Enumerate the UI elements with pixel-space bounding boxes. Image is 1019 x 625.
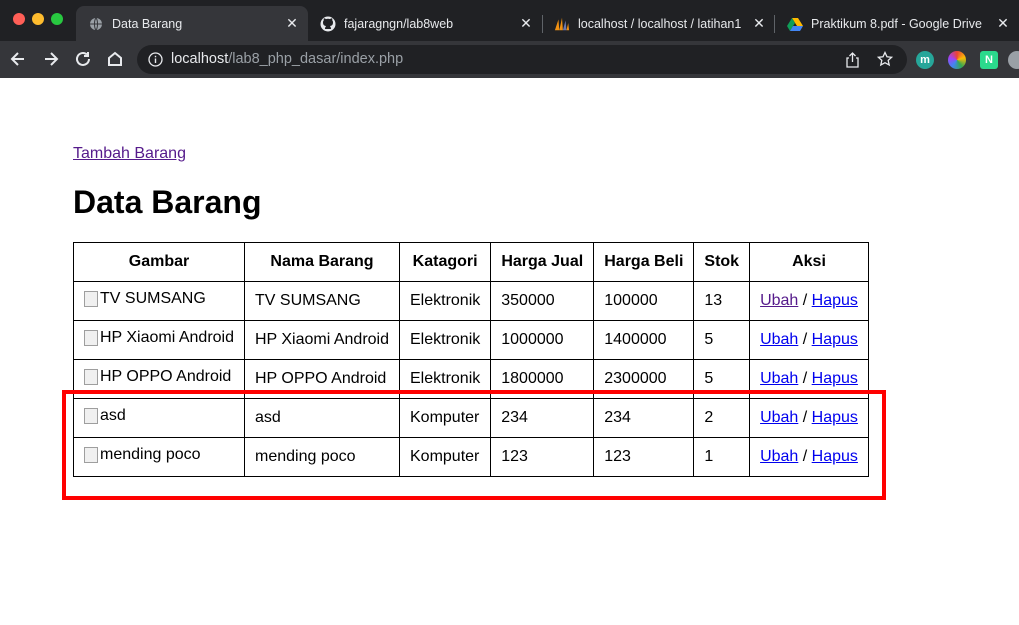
ubah-link[interactable]: Ubah [760, 370, 798, 387]
broken-image: HP OPPO Android [84, 368, 231, 386]
hapus-link[interactable]: Hapus [812, 370, 858, 387]
column-header: Gambar [73, 242, 245, 282]
stok-cell: 5 [693, 320, 751, 360]
harga-beli-cell: 100000 [593, 281, 695, 321]
broken-image-icon [84, 330, 98, 346]
action-separator: / [802, 370, 808, 387]
back-arrow-icon[interactable] [7, 48, 29, 70]
column-header: Katagori [398, 242, 492, 282]
column-header: Stok [693, 242, 751, 282]
kategori-cell: Elektronik [398, 281, 492, 321]
maximize-window-button[interactable] [51, 13, 63, 25]
profile-avatar[interactable] [1008, 51, 1019, 69]
broken-image: HP Xiaomi Android [84, 329, 234, 347]
tab-title: Data Barang [112, 16, 183, 31]
color-picker-extension-icon[interactable] [948, 51, 966, 69]
tab-google-drive[interactable]: Praktikum 8.pdf - Google Drive ✕ [775, 6, 1019, 41]
gambar-cell: TV SUMSANG [73, 281, 245, 321]
github-icon [320, 16, 336, 32]
table-row: HP Xiaomi Android HP Xiaomi Android Elek… [73, 320, 869, 360]
tab-title: Praktikum 8.pdf - Google Drive [811, 16, 982, 31]
broken-image: TV SUMSANG [84, 290, 206, 308]
url-text: localhost/lab8_php_dasar/index.php [171, 51, 403, 67]
close-tab-icon[interactable]: ✕ [993, 15, 1013, 32]
tab-github[interactable]: fajaragngn/lab8web ✕ [308, 6, 542, 41]
forward-arrow-icon[interactable] [40, 48, 62, 70]
broken-image-icon [84, 369, 98, 385]
close-tab-icon[interactable]: ✕ [282, 15, 302, 32]
harga-beli-cell: 1400000 [593, 320, 695, 360]
table-header-row: Gambar Nama Barang Katagori Harga Jual H… [73, 242, 869, 282]
action-separator: / [802, 292, 808, 309]
browser-tab-bar: Data Barang ✕ fajaragngn/lab8web ✕ local… [0, 0, 1019, 41]
image-alt-text: HP Xiaomi Android [100, 329, 234, 346]
bookmark-star-icon[interactable] [876, 50, 894, 72]
table-row: TV SUMSANG TV SUMSANG Elektronik 350000 … [73, 281, 869, 321]
url-path: /lab8_php_dasar/index.php [228, 51, 404, 67]
tab-title: fajaragngn/lab8web [344, 16, 454, 31]
browser-toolbar: localhost/lab8_php_dasar/index.php m N [0, 41, 1019, 78]
aksi-cell: Ubah / Hapus [749, 320, 869, 360]
kategori-cell: Elektronik [398, 320, 492, 360]
column-header: Nama Barang [244, 242, 400, 282]
share-icon[interactable] [845, 52, 860, 73]
home-icon[interactable] [104, 48, 126, 70]
column-header: Harga Beli [593, 242, 695, 282]
column-header: Aksi [749, 242, 869, 282]
extension-n-icon[interactable]: N [980, 51, 998, 69]
address-bar[interactable]: localhost/lab8_php_dasar/index.php [137, 45, 907, 74]
broken-image-icon [84, 291, 98, 307]
phpmyadmin-icon [554, 16, 570, 32]
image-alt-text: TV SUMSANG [100, 290, 206, 307]
red-highlight-box [62, 390, 886, 500]
tambah-barang-link[interactable]: Tambah Barang [73, 145, 186, 163]
globe-icon [88, 16, 104, 32]
close-window-button[interactable] [13, 13, 25, 25]
google-drive-icon [787, 16, 803, 32]
image-alt-text: HP OPPO Android [100, 368, 232, 385]
hapus-link[interactable]: Hapus [812, 331, 858, 348]
hapus-link[interactable]: Hapus [812, 292, 858, 309]
tab-phpmyadmin[interactable]: localhost / localhost / latihan1 ✕ [542, 6, 775, 41]
action-separator: / [802, 331, 808, 348]
tab-data-barang[interactable]: Data Barang ✕ [76, 6, 308, 41]
url-host: localhost [171, 51, 229, 67]
nama-barang-cell: HP Xiaomi Android [244, 320, 400, 360]
info-icon[interactable] [148, 52, 163, 72]
page-content: Tambah Barang Data Barang Gambar Nama Ba… [0, 78, 1019, 625]
close-tab-icon[interactable]: ✕ [749, 15, 769, 32]
harga-jual-cell: 350000 [490, 281, 595, 321]
reload-icon[interactable] [72, 48, 94, 70]
harga-jual-cell: 1000000 [490, 320, 595, 360]
aksi-cell: Ubah / Hapus [749, 281, 869, 321]
close-tab-icon[interactable]: ✕ [516, 15, 536, 32]
nama-barang-cell: TV SUMSANG [244, 281, 400, 321]
ubah-link[interactable]: Ubah [760, 331, 798, 348]
column-header: Harga Jual [490, 242, 595, 282]
extension-m-icon[interactable]: m [916, 51, 934, 69]
ubah-link[interactable]: Ubah [760, 292, 798, 309]
minimize-window-button[interactable] [32, 13, 44, 25]
stok-cell: 13 [693, 281, 751, 321]
gambar-cell: HP Xiaomi Android [73, 320, 245, 360]
page-title: Data Barang [73, 184, 262, 220]
tab-title: localhost / localhost / latihan1 [578, 16, 742, 31]
